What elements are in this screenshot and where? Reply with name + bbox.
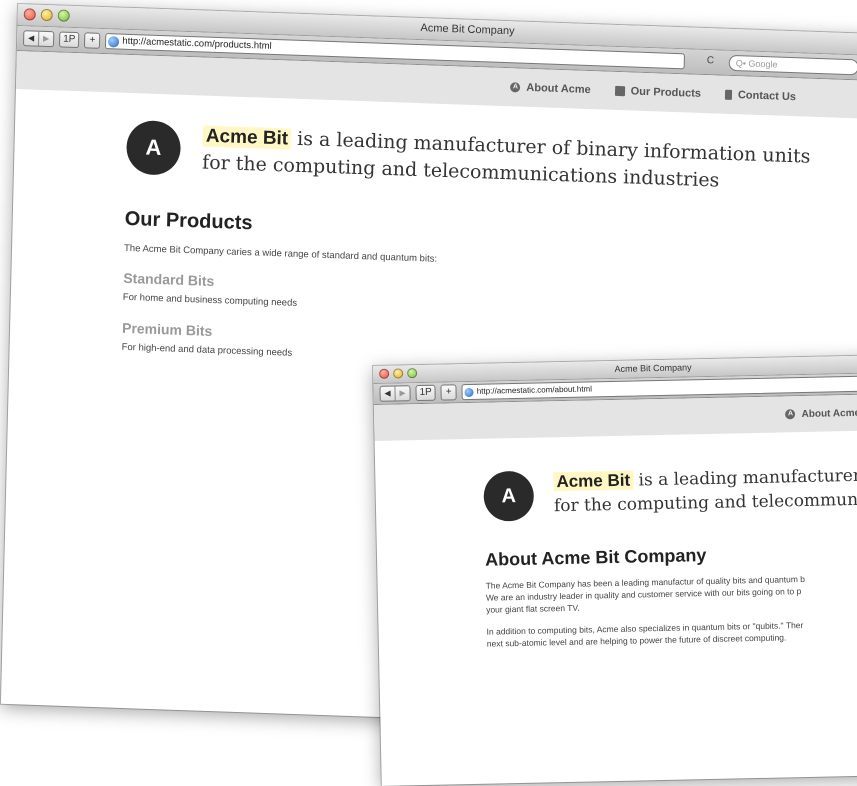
- globe-icon: [464, 387, 474, 397]
- hero-section: A Acme Bit is a leading manufacturer of …: [483, 463, 857, 522]
- globe-icon: [108, 35, 120, 48]
- brand-name: Acme Bit: [202, 125, 292, 150]
- window-controls: [379, 368, 418, 379]
- page-title: Our Products: [124, 207, 253, 235]
- nav-about-acme[interactable]: A About Acme: [510, 81, 591, 96]
- about-paragraph-1-line-3: your giant flat screen TV.: [486, 602, 580, 615]
- window-title: Acme Bit Company: [420, 22, 515, 38]
- about-paragraph-2: In addition to computing bits, Acme also…: [486, 619, 803, 650]
- tagline-line-2: for the computing and telecommunicatio: [553, 488, 857, 517]
- window-controls: [23, 8, 70, 22]
- add-bookmark-button[interactable]: +: [440, 384, 457, 401]
- circle-a-icon: A: [785, 409, 796, 420]
- zoom-window-button[interactable]: [407, 368, 418, 379]
- brand-name: Acme Bit: [553, 470, 634, 492]
- close-window-button[interactable]: [23, 8, 36, 21]
- acme-logo: A: [125, 119, 182, 176]
- book-icon: [614, 85, 625, 97]
- close-window-button[interactable]: [379, 368, 390, 379]
- nav-about-label: About Acme: [526, 81, 591, 97]
- nav-contact-us[interactable]: Contact Us: [724, 89, 797, 104]
- tagline-line-1: is a leading manufacturer of bi: [638, 465, 857, 491]
- search-field[interactable]: Q• Google: [728, 54, 857, 76]
- tab-overview-button[interactable]: 1P: [58, 31, 80, 49]
- reload-icon[interactable]: C: [707, 55, 714, 66]
- hero-section: A Acme Bit is a leading manufacturer of …: [125, 119, 811, 198]
- circle-a-icon: A: [510, 82, 521, 93]
- add-bookmark-button[interactable]: +: [84, 32, 101, 49]
- nav-about-acme[interactable]: A About Acme: [785, 407, 857, 420]
- back-arrow-icon[interactable]: ◀: [380, 387, 394, 401]
- nav-our-products[interactable]: Our Products: [614, 85, 702, 100]
- product-desc-premium: For high-end and data processing needs: [121, 341, 293, 359]
- back-arrow-icon[interactable]: ◀: [24, 31, 38, 45]
- forward-arrow-icon[interactable]: ▶: [394, 386, 410, 401]
- tagline: Acme Bit is a leading manufacturer of bi…: [202, 123, 811, 197]
- product-heading-premium: Premium Bits: [121, 319, 213, 339]
- about-paragraph-1: The Acme Bit Company has been a leading …: [485, 573, 806, 616]
- window-title: Acme Bit Company: [614, 362, 692, 374]
- tab-overview-button[interactable]: 1P: [415, 384, 436, 402]
- nav-contact-label: Contact Us: [737, 89, 797, 104]
- page-title: About Acme Bit Company: [484, 545, 707, 570]
- address-bar-url: http://acmestatic.com/products.html: [122, 35, 272, 52]
- phone-icon: [724, 89, 733, 100]
- products-intro: The Acme Bit Company caries a wide range…: [123, 242, 438, 265]
- product-heading-standard: Standard Bits: [123, 269, 215, 290]
- nav-about-label: About Acme: [801, 407, 857, 420]
- forward-arrow-icon[interactable]: ▶: [37, 31, 54, 47]
- zoom-window-button[interactable]: [57, 9, 70, 22]
- about-browser-window: Acme Bit Company ◀ ▶ 1P + http://acmesta…: [373, 354, 857, 786]
- minimize-window-button[interactable]: [40, 8, 53, 22]
- back-forward-buttons: ◀ ▶: [22, 30, 55, 48]
- nav-products-label: Our Products: [630, 85, 702, 100]
- acme-logo: A: [483, 470, 535, 522]
- minimize-window-button[interactable]: [393, 368, 404, 379]
- back-forward-buttons: ◀ ▶: [379, 385, 411, 402]
- product-desc-standard: For home and business computing needs: [122, 291, 298, 309]
- tagline: Acme Bit is a leading manufacturer of bi…: [553, 463, 857, 518]
- address-bar-url: http://acmestatic.com/about.html: [476, 384, 593, 396]
